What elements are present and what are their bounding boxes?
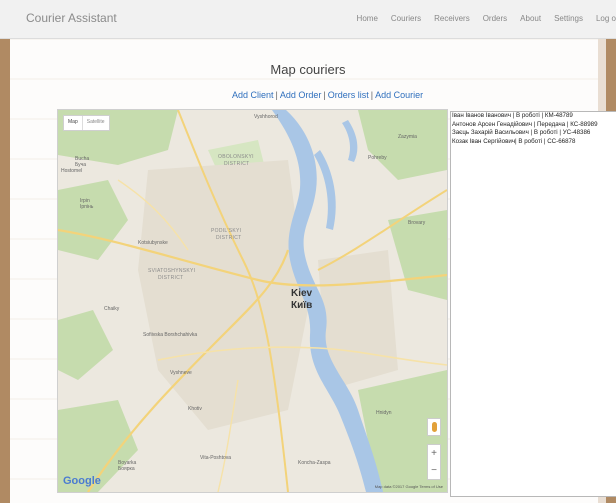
map-label-district-2: DISTRICT bbox=[216, 235, 242, 241]
map-label-koncha: Koncha-Zaspa bbox=[298, 460, 331, 466]
nav-menu: Home Couriers Receivers Orders About Set… bbox=[344, 14, 616, 23]
map-type-satellite[interactable]: Satellite bbox=[81, 116, 109, 130]
map-label-irpin-ua: Ірпінь bbox=[80, 204, 94, 210]
courier-item[interactable]: Антонов Арсен Генадійович | Передача | К… bbox=[451, 121, 616, 130]
add-courier-link[interactable]: Add Courier bbox=[375, 90, 423, 100]
map-label-zazymia: Zazymia bbox=[398, 134, 417, 140]
map-label-vyshneve: Vyshneve bbox=[170, 370, 192, 376]
brand-title[interactable]: Courier Assistant bbox=[26, 11, 117, 25]
courier-item[interactable]: Козак Іван Сергійович| В роботі | СС-668… bbox=[451, 138, 616, 147]
action-links: Add Client | Add Order | Orders list | Add Cou… bbox=[232, 90, 424, 100]
map-label-district-3: DISTRICT bbox=[158, 275, 184, 281]
map-attribution[interactable]: Map data ©2017 Google Terms of Use bbox=[375, 484, 443, 489]
nav-settings[interactable]: Settings bbox=[554, 14, 583, 23]
nav-orders[interactable]: Orders bbox=[483, 14, 507, 23]
map-label-hnidyn: Hnidyn bbox=[376, 410, 392, 416]
courier-item[interactable]: Заєць Захарій Васильович | В роботі | УС… bbox=[451, 129, 616, 138]
map-label-sofiivska: Sofiivska Borshchahivka bbox=[143, 332, 198, 338]
map-label-obolonskyi: OBOLONSKYI bbox=[218, 154, 254, 160]
map-label-district-1: DISTRICT bbox=[224, 161, 250, 167]
map-label-kyiv-ua: Київ bbox=[291, 300, 313, 311]
add-client-link[interactable]: Add Client bbox=[232, 90, 274, 100]
map-label-chaiky: Chaiky bbox=[104, 306, 120, 312]
map-label-vita: Vita-Poshtova bbox=[200, 455, 232, 461]
zoom-control: + − bbox=[427, 444, 441, 480]
zoom-in-button[interactable]: + bbox=[431, 448, 437, 459]
map-type-map[interactable]: Map bbox=[64, 116, 82, 130]
map-label-kotsiubynske: Kotsiubynske bbox=[138, 240, 168, 246]
map-label-khotiv: Khotiv bbox=[188, 406, 202, 412]
nav-about[interactable]: About bbox=[520, 14, 541, 23]
nav-logout[interactable]: Log o bbox=[596, 14, 616, 23]
orders-list-link[interactable]: Orders list bbox=[328, 90, 369, 100]
map-type-control: Map Satellite bbox=[63, 115, 110, 131]
map-label-pohreby: Pohreby bbox=[368, 155, 387, 161]
page-title: Map couriers bbox=[270, 62, 346, 77]
map-label-kyiv: Kiev bbox=[291, 288, 313, 299]
map-label-vyshhorod: Vyshhorod bbox=[254, 114, 278, 120]
courier-list[interactable]: Іван Іванов Іванович | В роботі | КМ-487… bbox=[450, 111, 616, 497]
couriers-map[interactable]: Map Satellite Vyshhorod Bucha Буча Irpin… bbox=[57, 109, 448, 493]
map-label-hostomel: Hostomel bbox=[61, 168, 83, 174]
zoom-out-button[interactable]: − bbox=[431, 465, 437, 476]
navbar: Courier Assistant Home Couriers Receiver… bbox=[0, 0, 616, 39]
courier-item[interactable]: Іван Іванов Іванович | В роботі | КМ-487… bbox=[451, 112, 616, 121]
map-label-brovary: Brovary bbox=[408, 220, 426, 226]
map-label-sviatoshynskyi: SVIATOSHYNSKYI bbox=[148, 268, 196, 274]
pegman-icon[interactable] bbox=[427, 418, 441, 436]
google-logo: Google bbox=[63, 475, 101, 487]
nav-receivers[interactable]: Receivers bbox=[434, 14, 470, 23]
add-order-link[interactable]: Add Order bbox=[280, 90, 322, 100]
nav-home[interactable]: Home bbox=[357, 14, 378, 23]
map-label-podilskyi: PODIL'SKYI bbox=[211, 228, 242, 234]
map-tiles bbox=[58, 110, 447, 492]
map-label-boyarka-ua: Боярка bbox=[118, 466, 135, 472]
nav-couriers[interactable]: Couriers bbox=[391, 14, 421, 23]
